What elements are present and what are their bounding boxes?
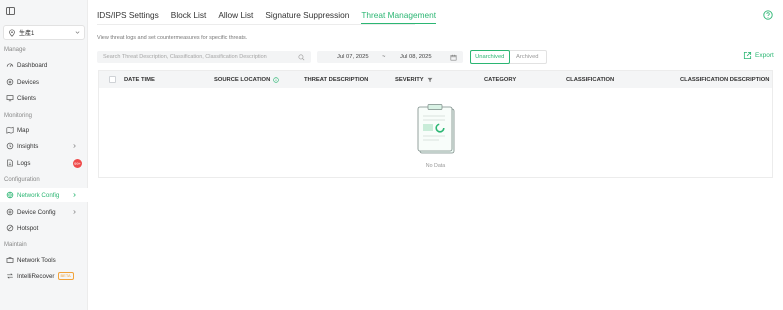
threat-table: DATE TIME SOURCE LOCATION THREAT DESCRIP…: [98, 70, 773, 178]
column-header-source-location[interactable]: SOURCE LOCATION: [214, 77, 279, 83]
info-icon[interactable]: [273, 76, 279, 83]
site-selector[interactable]: 生產1: [3, 25, 85, 40]
export-button[interactable]: Export: [743, 51, 774, 60]
location-pin-icon: [9, 28, 15, 37]
tab-divider: [97, 24, 415, 25]
sidebar-item-device-config[interactable]: Device Config: [0, 205, 88, 219]
clients-monitor-icon: [6, 95, 14, 102]
beta-tag: BETA: [57, 272, 74, 280]
column-header-date-time[interactable]: DATE TIME: [124, 77, 155, 83]
swap-arrows-icon: [7, 273, 13, 279]
tab-ids-ips-settings[interactable]: IDS/IPS Settings: [97, 9, 159, 24]
chevron-right-icon: [73, 210, 76, 214]
logs-count-badge: 99+: [73, 159, 82, 168]
date-end: Jul 08, 2025: [400, 54, 432, 60]
chevron-down-icon: [75, 31, 80, 34]
sidebar-item-map[interactable]: Map: [0, 123, 88, 137]
sidebar: 生產1 Manage Dashboard Devices Clients Mon…: [0, 0, 88, 310]
sidebar-item-insights[interactable]: Insights: [0, 139, 88, 153]
column-header-classification-description[interactable]: CLASSIFICATION DESCRIPTION: [680, 77, 769, 83]
empty-state-text: No Data: [425, 163, 446, 169]
column-label: THREAT DESCRIPTION: [304, 76, 369, 83]
sidebar-item-label: Hotspot: [17, 224, 39, 232]
sidebar-item-label: Insights: [17, 142, 39, 150]
sidebar-item-label: Network Tools: [17, 256, 56, 264]
sidebar-item-label: Network Config: [17, 191, 60, 199]
sidebar-item-label: Map: [17, 126, 30, 134]
section-label-monitoring: Monitoring: [4, 113, 33, 119]
page-description: View threat logs and set countermeasures…: [97, 35, 248, 41]
section-label-maintain: Maintain: [4, 242, 27, 248]
export-icon: [743, 51, 752, 60]
table-header: DATE TIME SOURCE LOCATION THREAT DESCRIP…: [99, 71, 772, 88]
logs-document-icon: [7, 159, 13, 167]
column-header-classification[interactable]: CLASSIFICATION: [566, 77, 614, 83]
date-separator: ~: [382, 54, 386, 60]
sidebar-item-network-config[interactable]: Network Config: [0, 188, 88, 202]
tab-block-list[interactable]: Block List: [171, 9, 207, 24]
help-icon[interactable]: [763, 10, 773, 20]
date-range-picker[interactable]: Jul 07, 2025 ~ Jul 08, 2025: [317, 51, 463, 63]
sidebar-toggle-icon[interactable]: [6, 7, 15, 15]
sidebar-item-clients[interactable]: Clients: [0, 91, 88, 105]
date-start: Jul 07, 2025: [337, 54, 369, 60]
filter-funnel-icon[interactable]: [427, 77, 433, 83]
section-label-manage: Manage: [4, 47, 26, 53]
sidebar-item-dashboard[interactable]: Dashboard: [0, 58, 88, 72]
toolbox-icon: [6, 257, 14, 263]
column-header-category[interactable]: CATEGORY: [484, 77, 516, 83]
chevron-right-icon: [73, 144, 76, 148]
column-label: CATEGORY: [484, 76, 517, 83]
hotspot-icon: [6, 224, 14, 232]
archive-filter-toggle: Unarchived Archived: [470, 50, 547, 64]
device-config-icon: [6, 208, 14, 216]
map-icon: [6, 126, 14, 134]
filter-unarchived-button[interactable]: Unarchived: [470, 50, 510, 64]
search-box: [97, 51, 311, 63]
select-all-checkbox[interactable]: [109, 76, 116, 83]
site-name: 生產1: [19, 31, 35, 37]
devices-icon: [6, 78, 14, 86]
column-header-threat-description[interactable]: THREAT DESCRIPTION: [304, 77, 368, 83]
empty-clipboard-icon: [417, 104, 455, 154]
tab-bar: IDS/IPS Settings Block List Allow List S…: [97, 9, 448, 24]
sidebar-item-logs[interactable]: Logs 99+: [0, 156, 88, 170]
export-label: Export: [755, 52, 774, 59]
tab-signature-suppression[interactable]: Signature Suppression: [265, 9, 349, 24]
sidebar-item-label: IntelliRecover: [17, 272, 55, 280]
sidebar-item-intellirecover[interactable]: IntelliRecover BETA: [0, 269, 88, 283]
sidebar-item-label: Logs: [17, 159, 31, 167]
search-icon[interactable]: [298, 54, 305, 61]
insights-clock-icon: [6, 142, 14, 150]
section-label-configuration: Configuration: [4, 177, 40, 183]
dashboard-gauge-icon: [6, 63, 14, 67]
calendar-icon: [450, 54, 457, 60]
column-label: SOURCE LOCATION: [214, 76, 271, 83]
sidebar-item-hotspot[interactable]: Hotspot: [0, 221, 88, 235]
chevron-right-icon: [73, 193, 76, 197]
sidebar-item-devices[interactable]: Devices: [0, 75, 88, 89]
column-label: CLASSIFICATION DESCRIPTION: [680, 76, 770, 83]
column-label: SEVERITY: [395, 76, 424, 83]
column-label: DATE TIME: [124, 76, 155, 83]
tab-threat-management[interactable]: Threat Management: [361, 9, 437, 24]
tab-allow-list[interactable]: Allow List: [218, 9, 253, 24]
network-globe-icon: [6, 191, 14, 199]
sidebar-item-label: Devices: [17, 78, 40, 86]
sidebar-item-network-tools[interactable]: Network Tools: [0, 253, 88, 267]
column-label: CLASSIFICATION: [566, 76, 615, 83]
column-header-severity[interactable]: SEVERITY: [395, 77, 433, 83]
sidebar-item-label: Dashboard: [17, 61, 48, 69]
sidebar-item-label: Clients: [17, 94, 36, 102]
search-input[interactable]: [103, 54, 295, 60]
filter-archived-button[interactable]: Archived: [509, 51, 547, 63]
sidebar-item-label: Device Config: [17, 208, 56, 216]
